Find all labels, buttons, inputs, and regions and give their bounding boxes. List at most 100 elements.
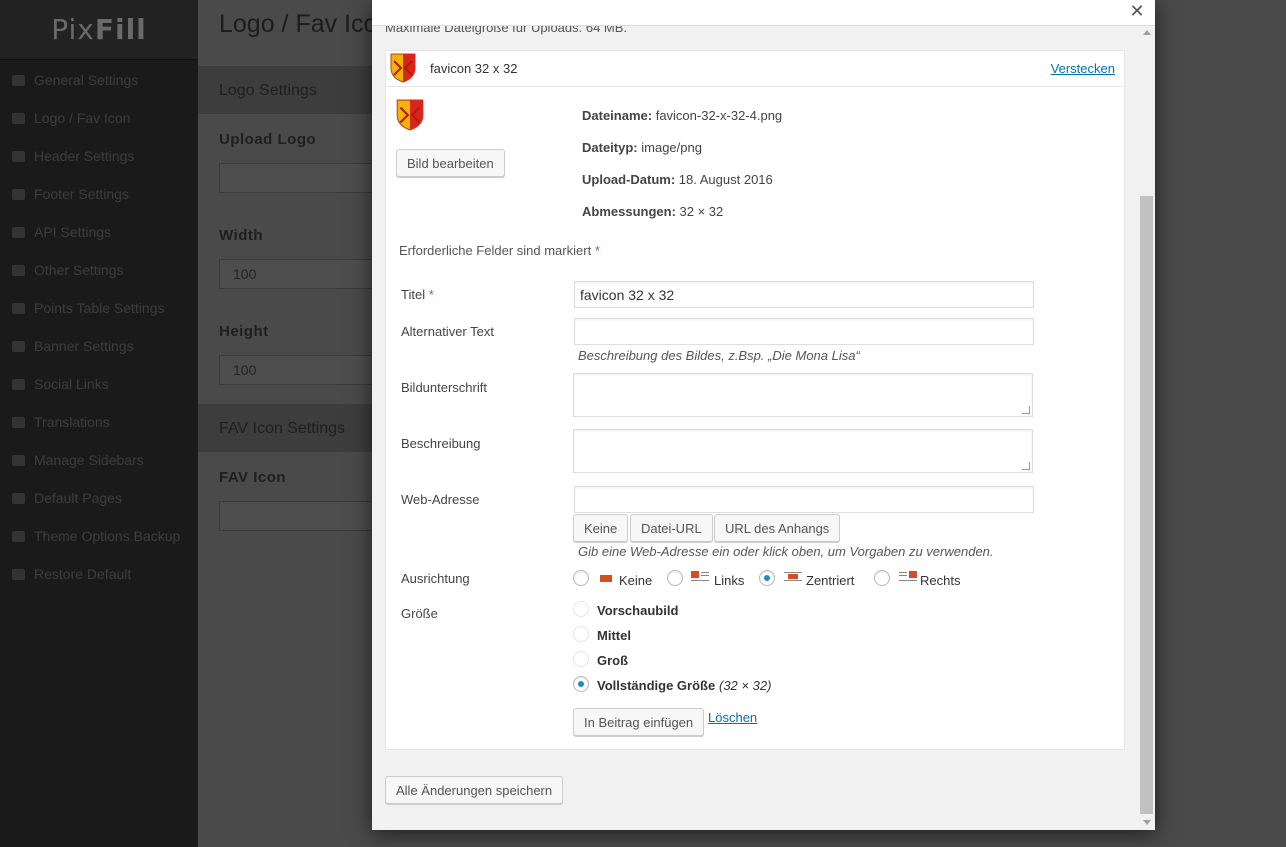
fav-icon-settings-section: FAV Icon Settings [198,404,378,452]
width-input[interactable]: 100 [219,259,379,289]
sidebar-item-header-settings[interactable]: Header Settings [0,137,198,175]
sidebar-item-theme-options-backup[interactable]: Theme Options Backup [0,517,198,555]
title-input[interactable] [574,281,1034,308]
align-center-label: Zentriert [806,573,855,588]
bullhorn-icon [12,340,25,352]
size-full-dimensions: (32 × 32) [719,678,772,693]
size-large-radio[interactable] [573,651,589,667]
sidebar-item-logo-fav-icon[interactable]: Logo / Fav Icon [0,99,198,137]
sidebar-item-label: Banner Settings [34,338,134,354]
align-center-icon [784,572,802,581]
caption-label: Bildunterschrift [401,380,487,395]
attachment-details: favicon 32 x 32 Verstecken Bild bearbeit… [385,50,1125,750]
fav-icon-label: FAV Icon [219,469,287,486]
url-description: Gib eine Web-Adresse ein oder klick oben… [578,544,994,559]
alignment-label: Ausrichtung [401,571,470,586]
description-label: Beschreibung [401,436,481,451]
footer-icon [12,188,25,200]
sidebar-item-label: Header Settings [34,148,135,164]
sidebar-item-label: Footer Settings [34,186,129,202]
fav-icon-input[interactable] [219,501,379,531]
sidebar-item-footer-settings[interactable]: Footer Settings [0,175,198,213]
meta-filetype: Dateityp: image/png [582,140,702,155]
width-label: Width [219,227,264,244]
required-fields-note: Erforderliche Felder sind markiert * [399,243,600,258]
height-label: Height [219,323,269,340]
delete-link[interactable]: Löschen [708,710,757,725]
url-label: Web-Adresse [401,492,480,507]
backup-icon [12,530,25,542]
size-full-radio[interactable] [573,676,589,692]
attachment-thumbnail [396,99,424,131]
height-input[interactable]: 100 [219,355,379,385]
url-file-button[interactable]: Datei-URL [630,514,713,542]
sidebar-item-label: API Settings [34,224,112,240]
alt-text-description: Beschreibung des Bildes, z.Bsp. „Die Mon… [578,348,860,363]
logo-bold: Fill [94,13,147,46]
sidebar-item-label: Default Pages [34,490,122,506]
align-right-radio[interactable] [874,570,890,586]
sidebar-item-label: Restore Default [34,566,132,582]
hide-link[interactable]: Verstecken [1051,61,1115,76]
sidebar-item-restore-default[interactable]: Restore Default [0,555,198,593]
globe-icon [12,416,25,428]
logo-light: Pix [51,13,95,46]
sidebar-item-points-table-settings[interactable]: Points Table Settings [0,289,198,327]
sidebar-item-general-settings[interactable]: General Settings [0,61,198,99]
description-textarea[interactable] [573,429,1033,473]
sidebar-item-other-settings[interactable]: Other Settings [0,251,198,289]
sidebar-item-banner-settings[interactable]: Banner Settings [0,327,198,365]
sidebar-item-label: Logo / Fav Icon [34,110,131,126]
users-icon [12,378,25,390]
sidebar-item-translations[interactable]: Translations [0,403,198,441]
align-none-label: Keine [619,573,653,588]
table-icon [12,302,25,314]
upload-logo-input[interactable] [219,163,379,193]
restore-icon [12,568,25,580]
modal-content: favicon 32 x 32 Verstecken Bild bearbeit… [372,26,1138,830]
size-thumbnail-radio[interactable] [573,601,589,617]
size-label: Größe [401,606,438,621]
save-all-changes-button[interactable]: Alle Änderungen speichern [385,776,564,804]
sidebar-item-api-settings[interactable]: API Settings [0,213,198,251]
align-none-icon [597,573,615,584]
list-icon [12,264,25,276]
align-center-radio[interactable] [759,570,775,586]
scrollbar[interactable] [1138,26,1155,830]
close-icon[interactable]: ✕ [1125,0,1149,22]
caption-textarea[interactable] [573,373,1033,417]
sidebar-item-label: Theme Options Backup [34,528,181,544]
url-attachment-button[interactable]: URL des Anhangs [714,514,841,542]
sidebar-item-label: Points Table Settings [34,300,165,316]
size-medium-label: Mittel [597,628,631,643]
columns-icon [12,454,25,466]
sidebar-item-social-links[interactable]: Social Links [0,365,198,403]
sidebar-item-default-pages[interactable]: Default Pages [0,479,198,517]
insert-into-post-button[interactable]: In Beitrag einfügen [573,708,705,736]
link-icon [12,226,25,238]
meta-filename: Dateiname: favicon-32-x-32-4.png [582,108,783,123]
size-medium-radio[interactable] [573,626,589,642]
app-logo: Pix Fill [0,0,198,60]
url-none-button[interactable]: Keine [573,514,629,542]
image-icon [12,112,25,124]
alt-text-input[interactable] [574,318,1034,345]
modal-top-bar: ✕ [372,0,1155,26]
url-input[interactable] [574,486,1034,513]
size-thumbnail-label: Vorschaubild [597,603,679,618]
scroll-up-arrow-icon[interactable] [1143,30,1151,35]
page-icon [12,492,25,504]
align-left-radio[interactable] [667,570,683,586]
sidebar-item-manage-sidebars[interactable]: Manage Sidebars [0,441,198,479]
meta-dimensions: Abmessungen: 32 × 32 [582,204,724,219]
gears-icon [12,74,25,86]
meta-upload-date: Upload-Datum: 18. August 2016 [582,172,773,187]
align-none-radio[interactable] [573,570,589,586]
scrollbar-thumb[interactable] [1140,196,1153,814]
scroll-down-arrow-icon[interactable] [1143,820,1151,825]
align-left-icon [691,571,709,581]
align-right-icon [899,571,917,581]
edit-image-button[interactable]: Bild bearbeiten [396,149,505,177]
media-modal: favicon 32 x 32 Verstecken Bild bearbeit… [372,0,1155,830]
sidebar-item-label: Social Links [34,376,109,392]
